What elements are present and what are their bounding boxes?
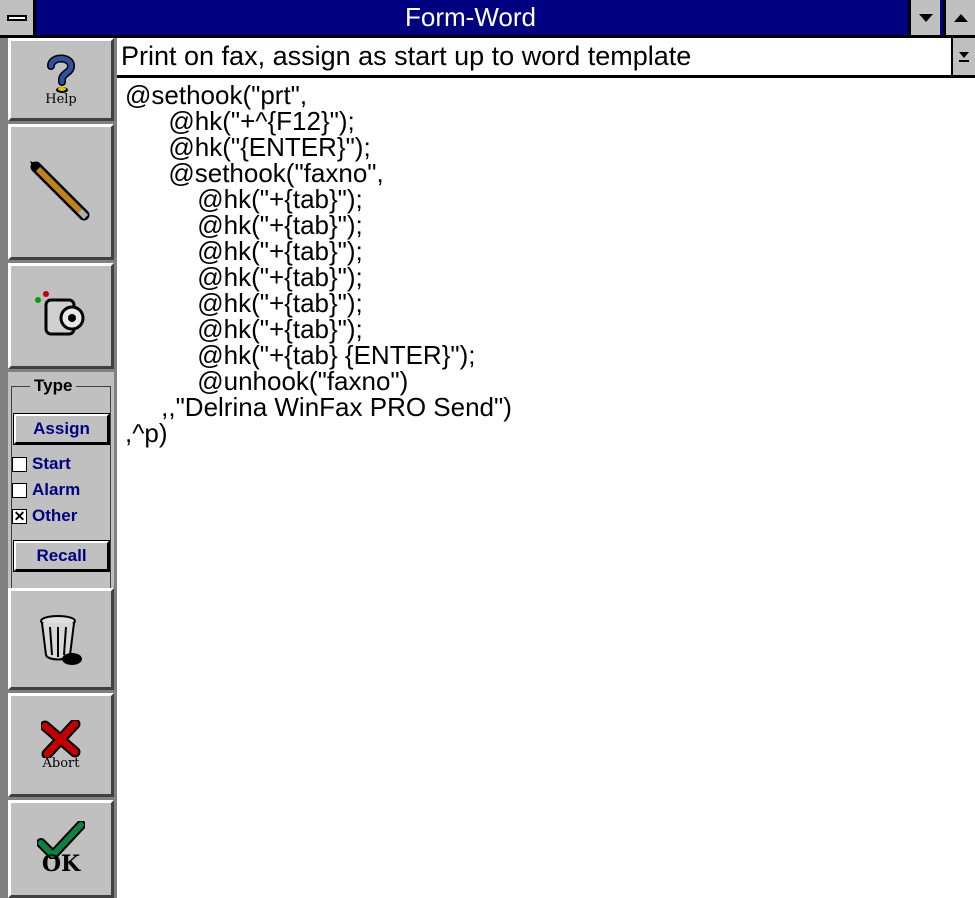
- other-checkbox[interactable]: ✕ Other: [12, 504, 77, 528]
- assign-button[interactable]: Assign: [13, 413, 110, 445]
- start-checkbox[interactable]: Start: [12, 452, 71, 476]
- system-menu-icon: [6, 14, 27, 21]
- tool-sidebar: Help Type Assign Start Alarm ✕ Other Rec…: [0, 38, 117, 898]
- script-text[interactable]: @sethook("prt", @hk("+^{F12}"); @hk("{EN…: [117, 78, 975, 446]
- dropdown-underline: [959, 59, 969, 62]
- script-editor[interactable]: @sethook("prt", @hk("+^{F12}"); @hk("{EN…: [117, 78, 975, 898]
- form-word-window: Form-Word Help Type Assign Start Alarm ✕…: [0, 0, 975, 898]
- trash-can-icon: [40, 615, 82, 665]
- abort-x-icon: [41, 719, 81, 758]
- help-question-icon: [47, 54, 76, 93]
- abort-button[interactable]: Abort: [8, 693, 114, 797]
- help-label: Help: [45, 92, 77, 107]
- start-checkbox-box[interactable]: [12, 456, 27, 472]
- title-bar: Form-Word: [0, 0, 975, 38]
- type-group: Type Assign Start Alarm ✕ Other Recall: [8, 372, 114, 624]
- maximize-arrow-icon: [953, 13, 968, 22]
- abort-label: Abort: [42, 755, 80, 771]
- start-label: Start: [32, 454, 71, 473]
- edit-pencil-button[interactable]: [8, 124, 114, 260]
- system-menu-button[interactable]: [0, 0, 36, 35]
- delete-button[interactable]: [8, 588, 114, 690]
- window-title: Form-Word: [405, 2, 536, 32]
- minimize-arrow-icon: [918, 13, 933, 22]
- alarm-label: Alarm: [32, 480, 81, 499]
- template-selector-value[interactable]: Print on fax, assign as start up to word…: [121, 38, 691, 75]
- key-icon: [35, 291, 85, 336]
- alarm-checkbox[interactable]: Alarm: [12, 478, 80, 502]
- dropdown-arrow-icon: [959, 51, 969, 58]
- pencil-icon: [30, 161, 90, 221]
- help-button[interactable]: Help: [8, 38, 114, 121]
- other-checkbox-box[interactable]: ✕: [12, 508, 27, 524]
- other-label: Other: [32, 506, 78, 525]
- template-selector[interactable]: Print on fax, assign as start up to word…: [117, 38, 975, 78]
- type-group-label: Type: [30, 376, 77, 396]
- alarm-checkbox-box[interactable]: [12, 482, 27, 498]
- trigger-key-button[interactable]: [8, 263, 114, 369]
- minimize-button[interactable]: [908, 0, 940, 35]
- ok-button[interactable]: OK: [8, 800, 114, 898]
- template-selector-dropdown-button[interactable]: [951, 38, 975, 75]
- maximize-button[interactable]: [943, 0, 975, 35]
- recall-button[interactable]: Recall: [13, 540, 110, 572]
- ok-label: OK: [41, 851, 81, 877]
